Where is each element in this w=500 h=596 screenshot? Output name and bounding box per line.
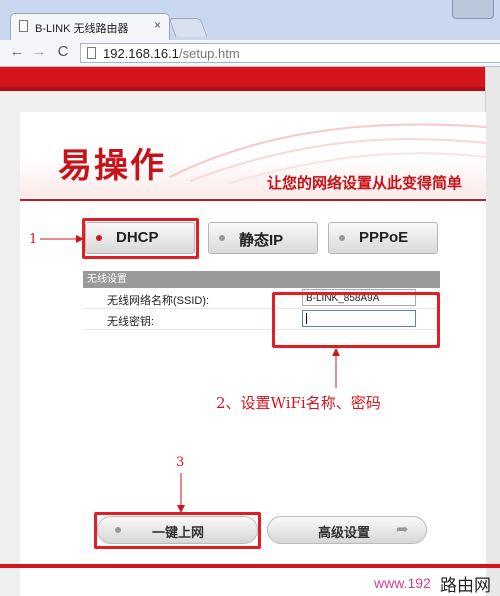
browser-toolbar: ← → C 192.168.16.1 /setup.htm [0, 40, 500, 67]
top-red-bar [0, 67, 500, 87]
reload-icon[interactable]: C [54, 43, 72, 61]
wireless-settings-header: 无线设置 [83, 271, 440, 288]
dhcp-label: DHCP [116, 229, 159, 246]
annotation-arrow-3 [177, 473, 185, 513]
address-bar[interactable]: 192.168.16.1 /setup.htm [80, 43, 500, 63]
forward-arrow-icon[interactable]: → [30, 43, 48, 61]
browser-tab[interactable]: B-LINK 无线路由器 × [10, 13, 170, 40]
connect-label: 一键上网 [152, 525, 205, 540]
watermark-cn: 路由网 [440, 576, 491, 595]
radio-dot-icon [96, 235, 102, 241]
back-arrow-icon[interactable]: ← [8, 43, 26, 61]
radio-dot-icon [339, 235, 345, 241]
logo: 易操作 [58, 146, 166, 186]
password-label: 无线密钥: [107, 316, 155, 328]
arrow-right-icon: ➦ [396, 521, 409, 538]
banner-divider [20, 199, 486, 201]
annotation-arrow-2 [332, 348, 340, 388]
new-tab-button[interactable] [168, 18, 208, 37]
advanced-settings-button[interactable]: 高级设置 ➦ [267, 516, 427, 544]
url-path: /setup.htm [179, 46, 240, 61]
tab-title: B-LINK 无线路由器 [35, 23, 129, 35]
pppoe-label: PPPoE [359, 229, 409, 246]
dhcp-button[interactable]: DHCP [85, 222, 195, 254]
banner: 易操作 让您的网络设置从此变得简单 [20, 112, 486, 197]
annotation-step-3: 3 [176, 455, 185, 470]
page-icon [19, 20, 28, 32]
annotation-arrow-1 [40, 235, 84, 243]
static-ip-label: 静态IP [239, 232, 284, 249]
ssid-label: 无线网络名称(SSID): [107, 295, 210, 307]
slogan: 让您的网络设置从此变得简单 [267, 174, 463, 192]
one-click-connect-button[interactable]: 一键上网 [97, 516, 258, 544]
pppoe-button[interactable]: PPPoE [328, 222, 438, 254]
window-control-button[interactable] [452, 0, 494, 19]
highlight-box-wifi [272, 292, 440, 348]
browser-titlebar: B-LINK 无线路由器 × [0, 0, 500, 40]
advanced-label: 高级设置 [318, 525, 371, 540]
scrollbar[interactable] [485, 67, 500, 596]
page-icon [87, 47, 96, 59]
footer-red-bar [0, 564, 500, 568]
annotation-step-1: 1 [29, 232, 38, 247]
watermark-url: www.192 [374, 575, 431, 591]
static-ip-button[interactable]: 静态IP [208, 222, 318, 254]
top-red-bar-shadow [0, 87, 500, 91]
tab-close-icon[interactable]: × [154, 18, 161, 32]
annotation-step-2: 2、设置WiFi名称、密码 [216, 394, 381, 412]
url-host: 192.168.16.1 [103, 46, 179, 61]
radio-dot-icon [115, 527, 121, 533]
radio-dot-icon [219, 235, 225, 241]
